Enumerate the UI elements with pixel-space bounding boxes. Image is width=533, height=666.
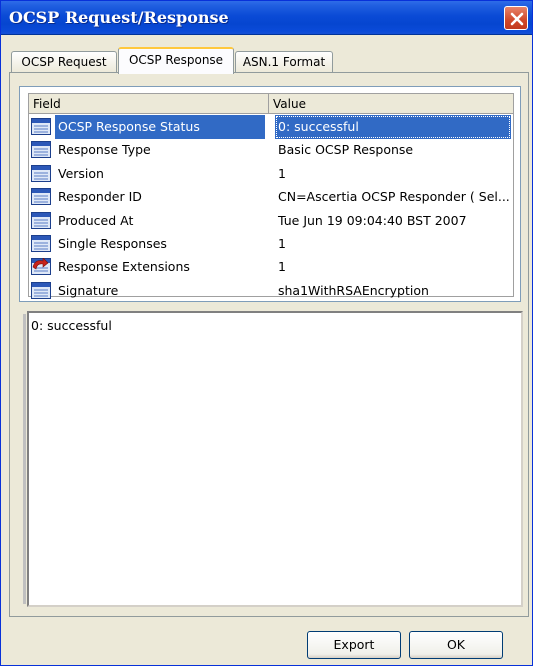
detail-pane[interactable]: 0: successful xyxy=(27,311,523,607)
table-row[interactable]: Produced At Tue Jun 19 09:04:40 BST 2007 xyxy=(29,209,513,233)
fields-table: Field Value OCSP Response Status 0: succe… xyxy=(28,93,514,299)
field-name-cell: Signature xyxy=(58,282,119,298)
field-value-cell: 1 xyxy=(278,165,286,181)
field-icon xyxy=(31,211,51,229)
table-row[interactable]: Responder ID CN=Ascertia OCSP Responder (… xyxy=(29,185,513,209)
field-value-cell: sha1WithRSAEncryption xyxy=(278,282,429,298)
tab-ocsp-response[interactable]: OCSP Response xyxy=(118,47,234,74)
table-row[interactable]: Response Extensions 1 xyxy=(29,255,513,279)
field-value-cell: 1 xyxy=(278,236,286,251)
column-header-field[interactable]: Field xyxy=(29,94,269,114)
window-title: OCSP Request/Response xyxy=(9,8,229,27)
close-icon xyxy=(510,12,524,26)
tab-bar: OCSP Request OCSP Response ASN.1 Format xyxy=(9,47,529,74)
title-bar[interactable]: OCSP Request/Response xyxy=(1,1,532,35)
field-icon xyxy=(31,141,51,159)
field-value-cell: 1 xyxy=(278,259,286,275)
column-header-value[interactable]: Value xyxy=(269,94,513,114)
tab-asn1-format[interactable]: ASN.1 Format xyxy=(235,51,333,73)
field-name-cell: Responder ID xyxy=(58,189,142,205)
field-name-cell: Single Responses xyxy=(58,236,167,251)
ok-button[interactable]: OK xyxy=(409,631,503,659)
field-name-cell: Response Extensions xyxy=(58,259,190,275)
table-row[interactable]: OCSP Response Status 0: successful xyxy=(29,115,513,139)
field-value-cell: CN=Ascertia OCSP Responder ( Sel... xyxy=(278,189,510,205)
field-name-cell: Response Type xyxy=(58,142,151,158)
table-header: Field Value xyxy=(29,94,513,114)
detail-splitter[interactable] xyxy=(23,314,26,604)
extension-icon xyxy=(31,257,51,276)
field-icon xyxy=(31,235,51,252)
dialog-window: OCSP Request/Response OCSP Request OCSP … xyxy=(0,0,533,666)
field-icon xyxy=(31,164,51,182)
fields-table-container: Field Value OCSP Response Status 0: succe… xyxy=(19,86,521,302)
export-button[interactable]: Export xyxy=(307,631,401,659)
field-name-cell: OCSP Response Status xyxy=(55,115,265,139)
field-icon xyxy=(31,188,51,206)
field-icon xyxy=(31,281,51,299)
detail-text: 0: successful xyxy=(31,318,112,333)
table-row[interactable]: Version 1 xyxy=(29,162,513,186)
table-row[interactable]: Single Responses 1 xyxy=(29,232,513,256)
field-value-cell: 0: successful xyxy=(275,115,511,139)
field-value-cell: Tue Jun 19 09:04:40 BST 2007 xyxy=(278,212,467,228)
field-icon xyxy=(31,118,51,135)
table-row[interactable]: Signature sha1WithRSAEncryption xyxy=(29,279,513,303)
field-value-cell: Basic OCSP Response xyxy=(278,142,414,158)
tab-ocsp-request[interactable]: OCSP Request xyxy=(11,51,117,73)
table-row[interactable]: Response Type Basic OCSP Response xyxy=(29,138,513,162)
close-button[interactable] xyxy=(504,6,528,30)
field-name-cell: Produced At xyxy=(58,212,134,228)
field-name-cell: Version xyxy=(58,165,104,181)
